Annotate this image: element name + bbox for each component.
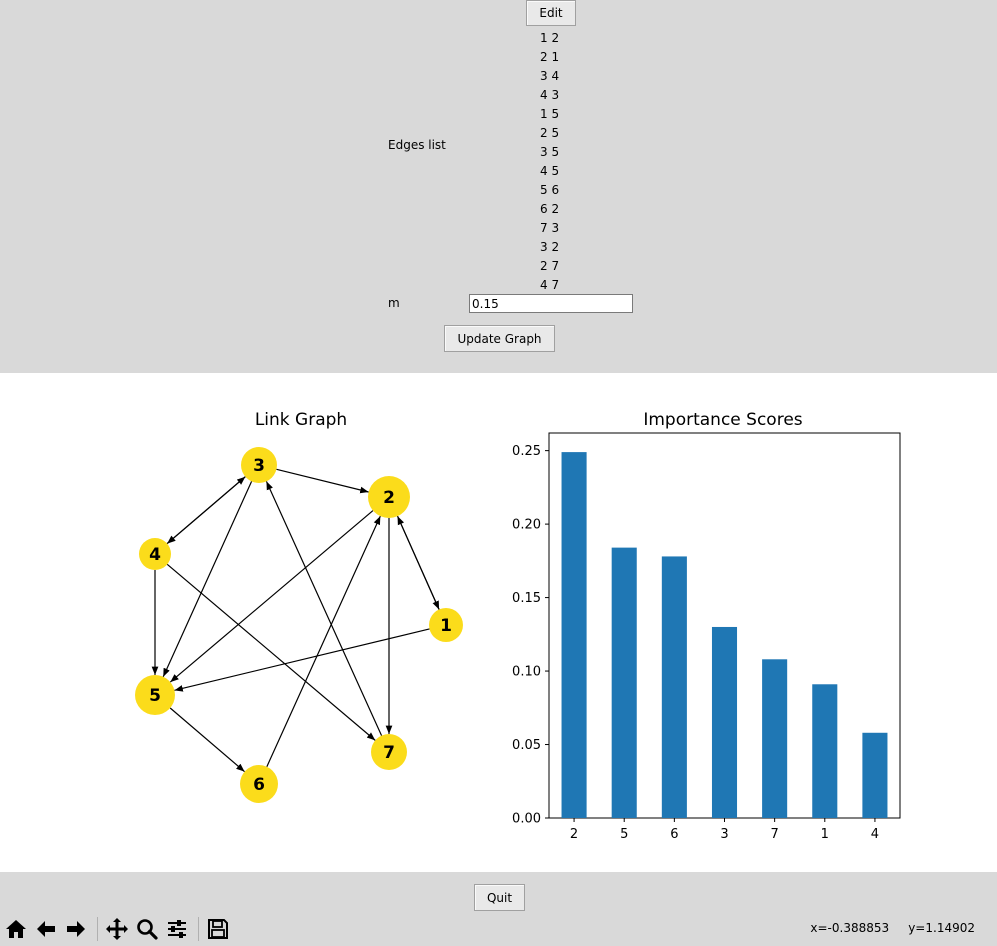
graph-edge-2-5 [169, 510, 374, 683]
quit-button[interactable]: Quit [474, 884, 525, 911]
edge-item: 5 6 [540, 183, 560, 197]
save-icon[interactable] [204, 915, 232, 943]
figure-canvas: Link Graph 1 2 3 4 5 6 7 Importance Scores 0.0… [0, 373, 997, 872]
graph-nodes: 1 2 3 4 5 6 7 [135, 447, 463, 803]
graph-node-label: 2 [383, 488, 395, 508]
pan-icon[interactable] [103, 915, 131, 943]
bar-2 [561, 452, 587, 818]
x-tick-label: 5 [620, 827, 628, 842]
edge-item: 6 2 [540, 202, 560, 216]
forward-icon[interactable] [62, 915, 90, 943]
edge-item: 4 5 [540, 164, 560, 178]
graph-edge-2-1 [396, 515, 440, 610]
bar-3 [711, 626, 738, 818]
m-input[interactable] [469, 294, 633, 313]
edit-button[interactable]: Edit [526, 0, 576, 26]
y-tick-label: 0.25 [512, 444, 541, 459]
graph-node-label: 6 [253, 775, 265, 795]
graph-edge-6-2 [266, 515, 381, 767]
graph-node-label: 7 [383, 743, 395, 763]
edge-item: 2 5 [540, 126, 560, 140]
edge-item: 4 3 [540, 88, 560, 102]
bar-5 [611, 547, 637, 818]
y-tick-label: 0.15 [512, 591, 541, 606]
bar-1 [812, 684, 838, 818]
edge-item: 1 2 [540, 31, 560, 45]
bar-4 [862, 732, 888, 818]
zoom-icon[interactable] [133, 915, 161, 943]
y-tick-label: 0.00 [512, 812, 541, 827]
bar-chart: 0.00 0.05 0.10 0.15 0.20 0.25 2 5 6 3 7 1 4 [512, 432, 901, 842]
graph-title: Link Graph [255, 410, 347, 430]
m-label: m [388, 296, 400, 310]
x-tick-label: 1 [821, 827, 829, 842]
x-tick-label: 6 [670, 827, 678, 842]
edges-list: 1 2 2 1 3 4 4 3 1 5 2 5 3 5 4 5 5 6 6 2 … [540, 29, 580, 295]
graph-node-label: 5 [149, 686, 161, 706]
graph-edge-1-5 [174, 628, 430, 692]
edge-item: 4 7 [540, 278, 560, 292]
edge-item: 3 2 [540, 240, 560, 254]
edge-item: 2 1 [540, 50, 560, 64]
toolbar-separator [97, 917, 98, 941]
graph-edge-4-3 [166, 476, 246, 545]
toolbar-separator [198, 917, 199, 941]
y-tick-label: 0.10 [512, 665, 541, 680]
graph-edge-3-5 [162, 481, 253, 678]
graph-node-label: 4 [149, 545, 161, 565]
chart-title: Importance Scores [643, 410, 802, 430]
y-tick-label: 0.20 [512, 518, 541, 533]
bar-7 [762, 659, 788, 818]
edge-item: 3 4 [540, 69, 560, 83]
home-icon[interactable] [2, 915, 30, 943]
edges-list-label: Edges list [388, 138, 446, 152]
configure-icon[interactable] [163, 915, 191, 943]
bar-6 [661, 556, 687, 818]
x-tick-label: 4 [871, 827, 879, 842]
x-tick-label: 3 [720, 827, 728, 842]
edge-item: 1 5 [540, 107, 560, 121]
x-tick-label: 7 [771, 827, 779, 842]
edge-item: 7 3 [540, 221, 560, 235]
graph-edge-3-2 [276, 468, 369, 494]
graph-node-label: 3 [253, 456, 265, 476]
y-tick-label: 0.05 [512, 738, 541, 753]
graph-edge-5-6 [169, 707, 245, 773]
update-graph-button[interactable]: Update Graph [444, 325, 555, 352]
x-tick-label: 2 [570, 827, 578, 842]
edge-item: 3 5 [540, 145, 560, 159]
figure-svg: Link Graph 1 2 3 4 5 6 7 Importance Scores 0.0… [135, 410, 901, 842]
cursor-coordinates: x=-0.388853 y=1.14902 [810, 921, 975, 935]
back-icon[interactable] [32, 915, 60, 943]
edge-item: 2 7 [540, 259, 560, 273]
graph-node-label: 1 [440, 616, 452, 636]
